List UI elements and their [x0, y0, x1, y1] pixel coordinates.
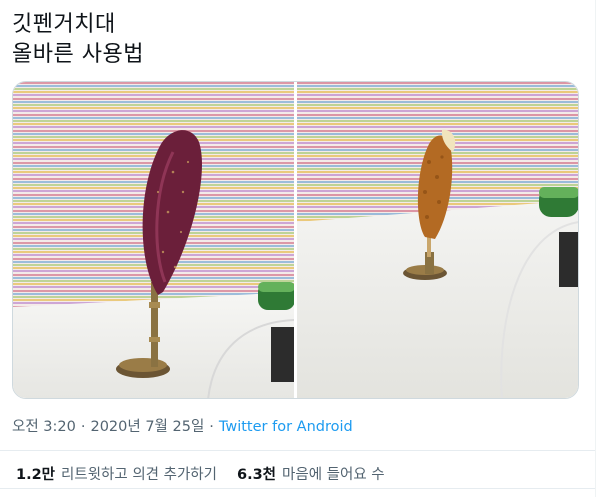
likes-stat[interactable]: 6.3천 마음에 들어요 수 [237, 463, 385, 484]
divider-bottom [0, 488, 595, 489]
tweet-text-line-2: 올바른 사용법 [12, 42, 144, 67]
column-border [595, 0, 596, 497]
retweets-count: 1.2만 [16, 467, 56, 483]
meta-separator: · [80, 419, 86, 435]
likes-label: 마음에 들어요 수 [282, 467, 385, 483]
tweet-media [12, 81, 579, 399]
tweet-text-line-1: 깃펜거치대 [12, 12, 116, 37]
tweet-detail: 깃펜거치대 올바른 사용법 오전 3:20 · 2020년 7월 25일 · T… [0, 0, 598, 497]
divider-top [0, 450, 595, 451]
tweet-date[interactable]: 2020년 7월 25일 [90, 419, 204, 435]
tweet-time[interactable]: 오전 3:20 [12, 419, 76, 435]
tweet-stats: 1.2만 리트윗하고 의견 추가하기 6.3천 마음에 들어요 수 [16, 463, 385, 484]
tweet-meta: 오전 3:20 · 2020년 7월 25일 · Twitter for Android [12, 415, 353, 436]
likes-count: 6.3천 [237, 467, 277, 483]
tweet-source-link[interactable]: Twitter for Android [219, 419, 353, 435]
tweet-text: 깃펜거치대 올바른 사용법 [12, 10, 144, 70]
meta-separator-2: · [209, 419, 214, 435]
photo-quill-stand[interactable] [13, 82, 294, 398]
retweets-label: 리트윗하고 의견 추가하기 [61, 467, 217, 483]
photo-corndog-stand[interactable] [297, 82, 578, 398]
retweets-stat[interactable]: 1.2만 리트윗하고 의견 추가하기 [16, 463, 217, 484]
